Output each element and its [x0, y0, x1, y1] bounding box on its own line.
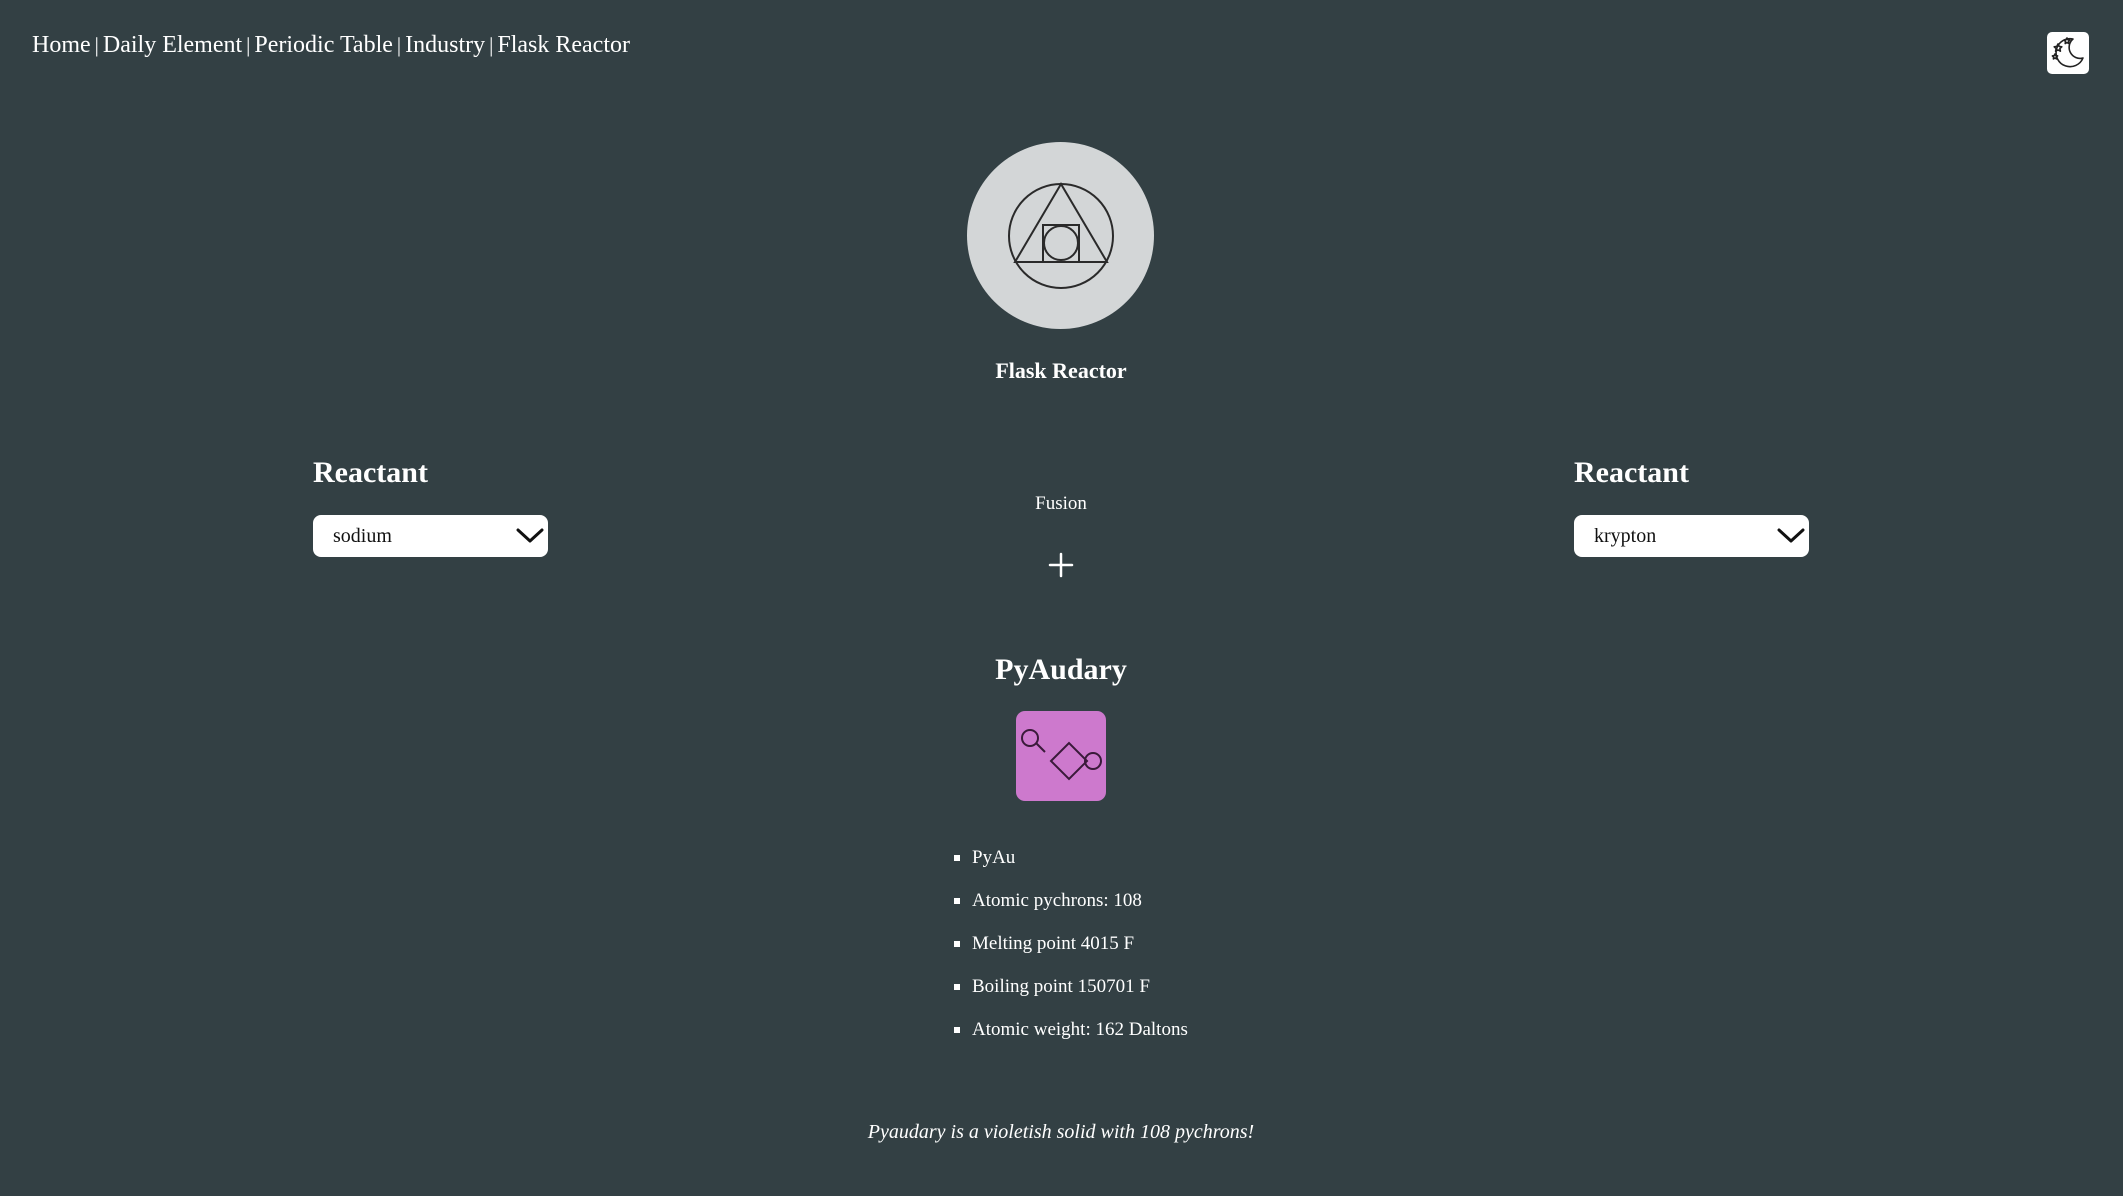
reactant-right-select[interactable]: krypton: [1574, 515, 1809, 557]
plus-icon: [1041, 545, 1081, 585]
reactant-right-heading: Reactant: [1574, 456, 1689, 489]
list-item: Melting point 4015 F: [954, 929, 1188, 972]
reaction-type-label: Fusion: [1035, 493, 1087, 514]
nav-link-home[interactable]: Home: [32, 32, 91, 58]
reactant-left-heading: Reactant: [313, 456, 428, 489]
nav-separator: |: [489, 33, 494, 57]
page-title: Flask Reactor: [995, 358, 1127, 383]
nav-separator: |: [396, 33, 402, 57]
list-item: PyAu: [954, 843, 1188, 886]
diamond-circuit-icon: [1021, 729, 1102, 781]
reactant-right-value: krypton: [1594, 525, 1657, 547]
chevron-down-icon: [515, 515, 545, 557]
product-name: PyAudary: [995, 653, 1127, 686]
product-description: Pyaudary is a violetish solid with 108 p…: [867, 1121, 1255, 1143]
list-item: Boiling point 150701 F: [954, 972, 1188, 1015]
alchemy-circle-triangle-square-icon: [1007, 181, 1114, 289]
list-item: Atomic pychrons: 108: [954, 886, 1188, 929]
nav-link-periodic-table[interactable]: Periodic Table: [254, 32, 393, 58]
reactant-left-select[interactable]: sodium: [313, 515, 548, 557]
product-element-tile: [1016, 711, 1106, 801]
flask-reactor-logo: [967, 142, 1154, 329]
reactant-left-value: sodium: [333, 525, 392, 547]
nav-link-daily-element[interactable]: Daily Element: [103, 32, 242, 58]
nav-separator: |: [94, 33, 99, 57]
breadcrumb-nav: Home | Daily Element | Periodic Table | Indust…: [32, 28, 630, 62]
nav-separator: |: [246, 33, 251, 57]
moon-stars-icon: [2051, 37, 2084, 68]
list-item: Atomic weight: 162 Daltons: [954, 1015, 1188, 1058]
nav-link-flask-reactor[interactable]: Flask Reactor: [497, 32, 630, 58]
chevron-down-icon: [1776, 515, 1806, 557]
nav-link-industry[interactable]: Industry: [405, 32, 485, 58]
theme-toggle-button[interactable]: [2047, 32, 2089, 74]
product-properties-list: PyAu Atomic pychrons: 108 Melting point …: [954, 843, 1188, 1058]
